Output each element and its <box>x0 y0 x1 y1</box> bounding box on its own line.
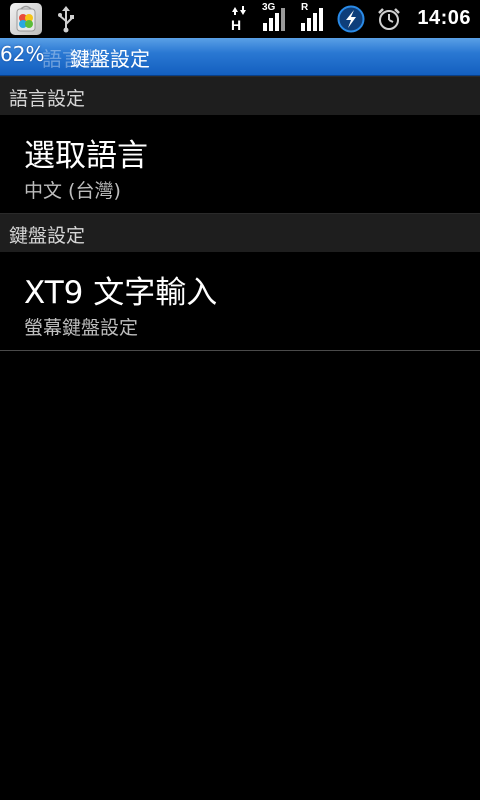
usb-icon <box>58 6 74 33</box>
pref-summary: 螢幕鍵盤設定 <box>24 317 139 339</box>
xt9-input-item[interactable]: XT9 文字輸入 螢幕鍵盤設定 <box>0 251 480 350</box>
select-language-item[interactable]: 選取語言 中文 (台灣) <box>0 114 480 213</box>
network-type-label: H <box>231 17 242 33</box>
pref-title: 選取語言 <box>24 138 148 174</box>
section-header-language: 語言設定 <box>0 76 480 115</box>
signal-roaming-icon: R <box>300 2 328 37</box>
signal-roaming-label: R <box>301 2 309 13</box>
section-header-label: 鍵盤設定 <box>9 225 86 247</box>
signal-3g-icon: 3G <box>262 2 290 37</box>
alarm-icon <box>378 8 400 30</box>
list-divider <box>0 350 480 351</box>
hsdpa-data-icon: H <box>228 3 250 39</box>
status-clock: 14:06 <box>417 7 471 29</box>
pref-title: XT9 文字輸入 <box>24 275 218 311</box>
status-bar: H 3G R 14:06 <box>0 0 480 38</box>
title-bar: 語言與 鍵盤設定 62% <box>0 38 480 76</box>
pref-summary: 中文 (台灣) <box>24 180 121 202</box>
sync-icon <box>337 5 365 33</box>
battery-percent-overlay: 62% <box>0 42 45 66</box>
signal-3g-label: 3G <box>262 2 276 13</box>
section-header-label: 語言設定 <box>9 88 86 110</box>
page-title: 鍵盤設定 <box>70 47 150 71</box>
section-header-keyboard: 鍵盤設定 <box>0 213 480 252</box>
app-notification-icon[interactable] <box>10 3 42 35</box>
